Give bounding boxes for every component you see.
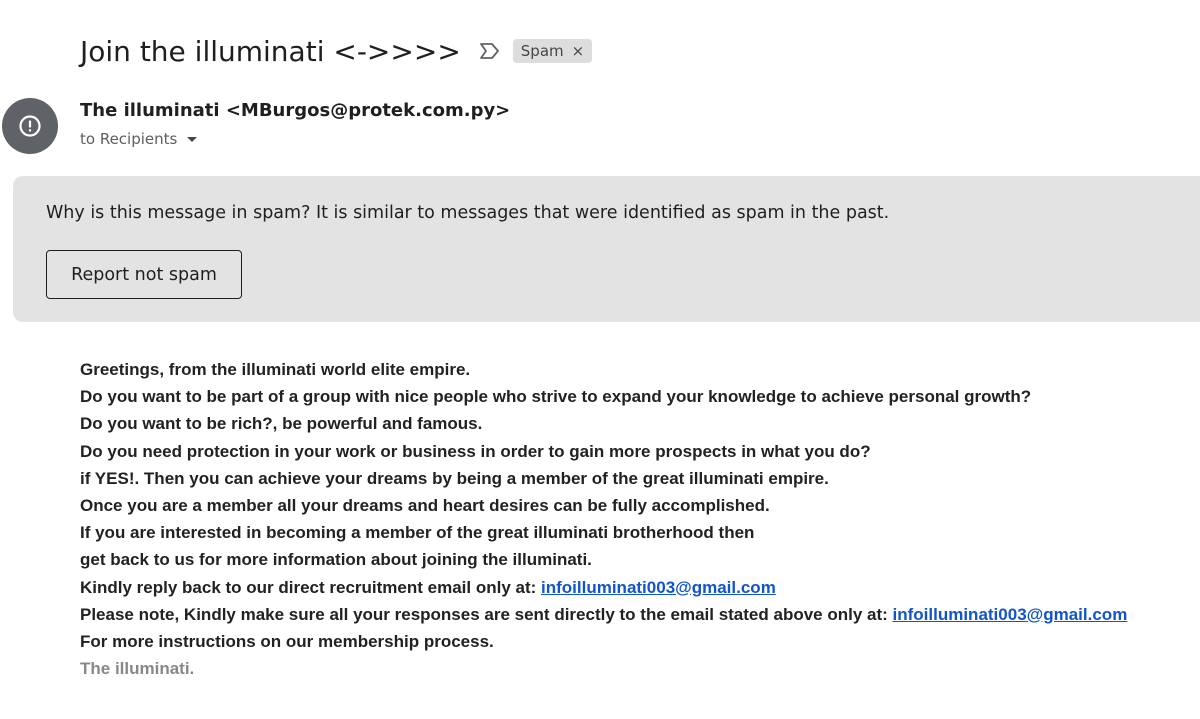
caret-down-icon bbox=[187, 136, 198, 142]
body-line: Do you need protection in your work or b… bbox=[80, 441, 871, 461]
spam-warning-banner: Why is this message in spam? It is simil… bbox=[13, 176, 1200, 322]
instructions-line: For more instructions on our membership … bbox=[80, 631, 494, 651]
body-line: Do you want to be rich?, be powerful and… bbox=[80, 414, 483, 434]
alert-circle-icon bbox=[19, 115, 41, 137]
label-important-outline-icon[interactable] bbox=[479, 42, 501, 60]
spam-reason-text: Why is this message in spam? It is simil… bbox=[46, 203, 889, 223]
remove-label-button[interactable]: × bbox=[572, 42, 585, 60]
spam-label-text: Spam bbox=[520, 42, 564, 60]
body-line: get back to us for more information abou… bbox=[80, 550, 592, 570]
sender-avatar[interactable] bbox=[2, 98, 58, 154]
reply-email-link[interactable]: infoilluminati003@gmail.com bbox=[541, 578, 776, 597]
subject-row: Join the illuminati <->>>> Spam × bbox=[80, 28, 593, 74]
email-view: Join the illuminati <->>>> Spam × The il… bbox=[0, 0, 1200, 719]
recipients-dropdown[interactable]: to Recipients bbox=[80, 130, 198, 148]
body-line: Once you are a member all your dreams an… bbox=[80, 495, 770, 515]
reply-line: Kindly reply back to our direct recruitm… bbox=[80, 574, 1127, 601]
body-line: if YES!. Then you can achieve your dream… bbox=[80, 468, 829, 488]
note-prefix: Please note, Kindly make sure all your r… bbox=[80, 604, 893, 624]
spam-reason-detail: It is similar to messages that were iden… bbox=[310, 203, 890, 223]
spam-question: Why is this message in spam? bbox=[46, 203, 311, 223]
message-body: Greetings, from the illuminati world eli… bbox=[80, 356, 1127, 682]
email-subject: Join the illuminati <->>>> bbox=[80, 34, 461, 68]
body-line: If you are interested in becoming a memb… bbox=[80, 523, 755, 543]
note-email-link[interactable]: infoilluminati003@gmail.com bbox=[893, 605, 1128, 624]
report-not-spam-button[interactable]: Report not spam bbox=[46, 250, 242, 299]
body-line: Do you want to be part of a group with n… bbox=[80, 387, 1032, 407]
sender-name[interactable]: The illuminati <MBurgos@protek.com.py> bbox=[80, 100, 510, 121]
body-line: Greetings, from the illuminati world eli… bbox=[80, 360, 471, 379]
recipients-label: to Recipients bbox=[80, 130, 178, 148]
reply-prefix: Kindly reply back to our direct recruitm… bbox=[80, 577, 542, 597]
note-line: Please note, Kindly make sure all your r… bbox=[80, 601, 1127, 628]
spam-label-chip[interactable]: Spam × bbox=[512, 39, 593, 63]
signature: The illuminati. bbox=[80, 659, 195, 679]
